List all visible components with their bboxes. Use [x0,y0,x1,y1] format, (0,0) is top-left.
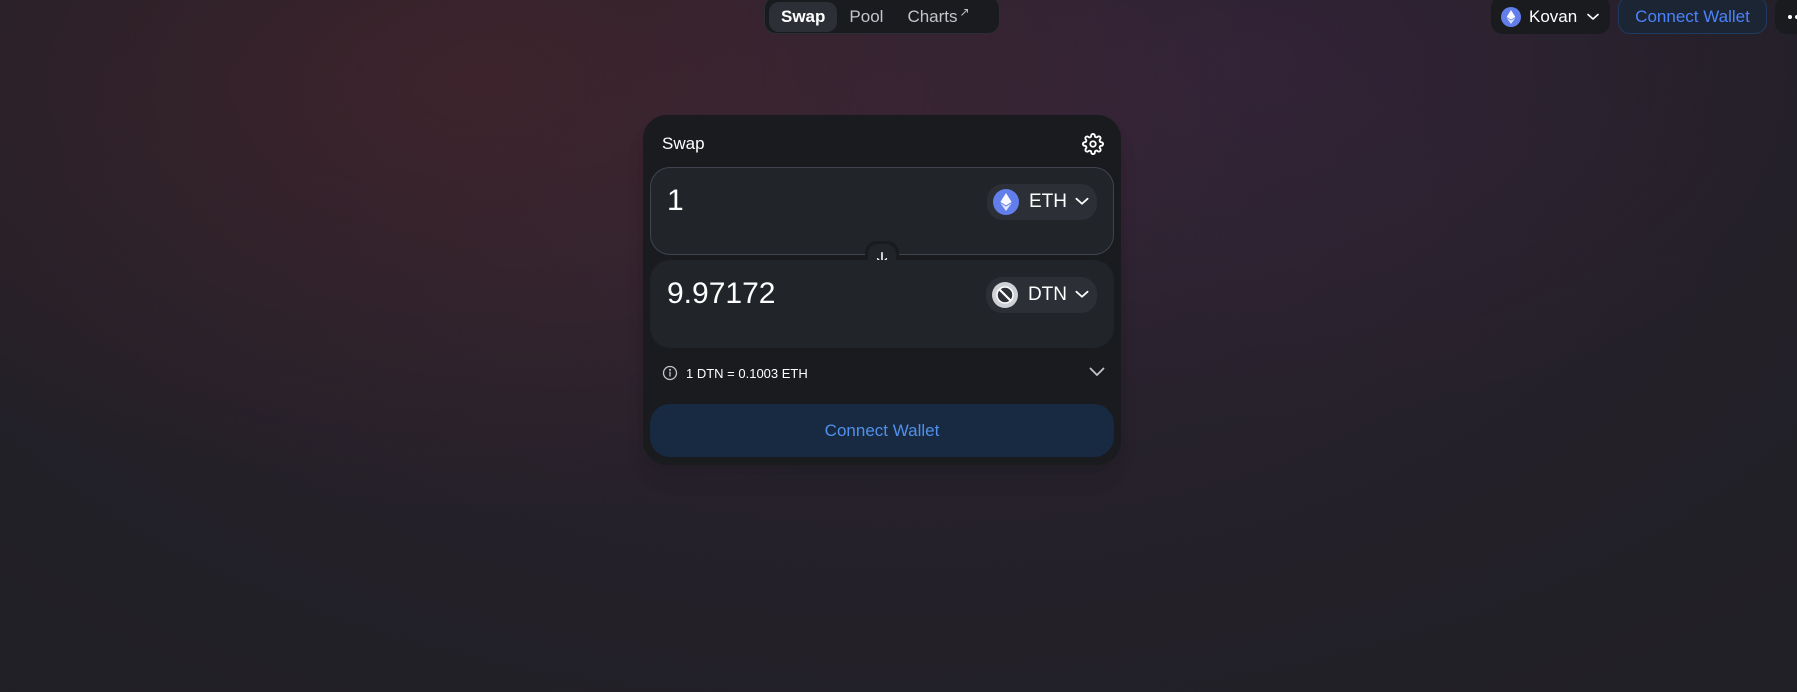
chevron-down-icon [1075,286,1089,304]
nav-tabs: Swap Pool Charts ↗ [764,0,1000,34]
info-icon [662,365,678,381]
output-currency-panel: 9.97172 DTN [650,260,1114,348]
tab-swap-label: Swap [781,7,826,26]
tab-charts[interactable]: Charts ↗ [895,2,981,32]
output-token-symbol: DTN [1027,284,1067,305]
tab-pool[interactable]: Pool [837,2,895,32]
price-info: 1 DTN = 0.1003 ETH [662,365,808,381]
network-selector[interactable]: Kovan [1491,0,1610,34]
input-token-symbol: ETH [1029,191,1067,212]
swap-card: Swap 1 ETH 9.97172 DTN 1 DTN = 0.1003 ET… [643,115,1121,465]
chevron-down-icon [1089,364,1105,382]
swap-header: Swap [662,132,1105,156]
connect-wallet-button[interactable]: Connect Wallet [650,404,1114,457]
tab-swap[interactable]: Swap [769,2,838,32]
dtn-token-icon [991,282,1018,308]
output-token-selector[interactable]: DTN [985,277,1097,313]
ethereum-icon [993,189,1019,215]
more-icon[interactable] [1775,0,1797,34]
input-token-selector[interactable]: ETH [987,184,1097,220]
chevron-down-icon [1075,193,1089,211]
ethereum-icon [1501,7,1521,27]
output-amount-field[interactable]: 9.97172 [667,277,775,311]
gear-icon[interactable] [1081,132,1105,156]
input-amount-field[interactable]: 1 [667,184,684,218]
connect-wallet-header-button[interactable]: Connect Wallet [1618,0,1767,34]
chevron-down-icon [1587,8,1600,26]
price-text: 1 DTN = 0.1003 ETH [686,365,808,381]
price-details-toggle[interactable]: 1 DTN = 0.1003 ETH [662,363,1105,383]
swap-title: Swap [662,134,705,153]
network-label: Kovan [1529,7,1578,26]
tab-charts-label: Charts [907,7,958,26]
tab-pool-label: Pool [849,7,884,26]
external-link-icon: ↗ [959,5,970,19]
